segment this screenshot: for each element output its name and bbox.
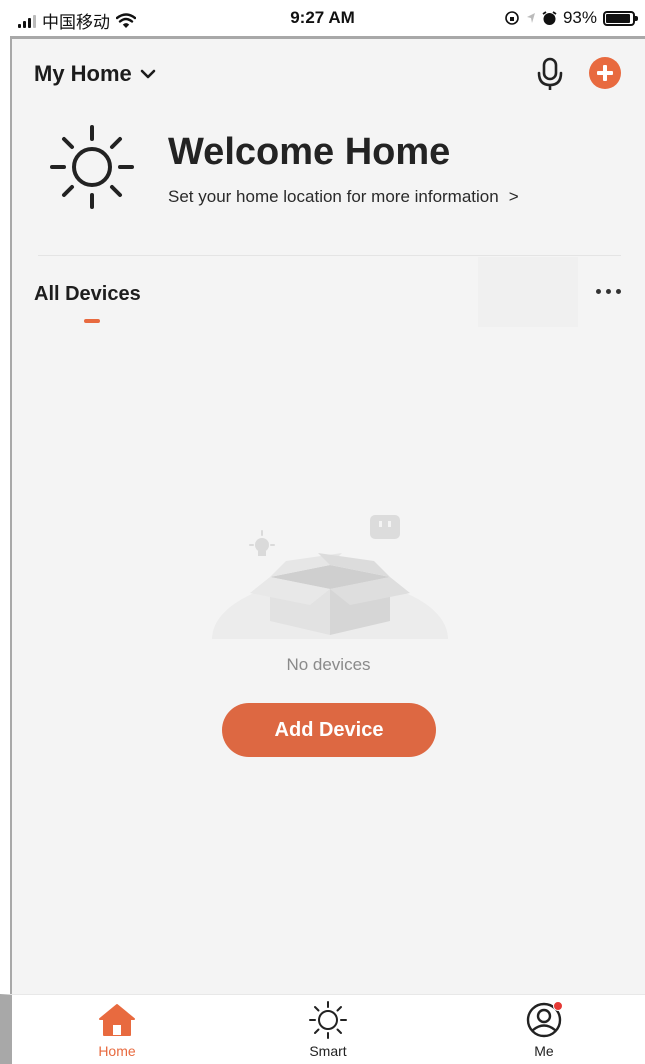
sun-icon xyxy=(50,125,134,209)
welcome-subtitle: Set your home location for more informat… xyxy=(168,187,499,206)
welcome-title: Welcome Home xyxy=(168,131,451,173)
bottom-tab-bar: Home Smart Me xyxy=(0,994,645,1064)
add-button[interactable] xyxy=(589,57,621,89)
set-location-link[interactable]: Set your home location for more informat… xyxy=(168,187,519,207)
tab-home-label: Home xyxy=(98,1043,136,1059)
home-name: My Home xyxy=(34,61,132,86)
tab-smart[interactable]: Smart xyxy=(278,999,378,1063)
tab-smart-label: Smart xyxy=(309,1043,347,1059)
tab-indicator xyxy=(84,319,100,323)
add-device-button[interactable]: Add Device xyxy=(222,703,436,757)
tab-home[interactable]: Home xyxy=(67,999,167,1063)
status-right: 93% xyxy=(504,8,638,28)
chevron-down-icon xyxy=(140,69,156,79)
tab-me-label: Me xyxy=(534,1043,554,1059)
lock-rotation-icon xyxy=(505,11,519,25)
tab-me[interactable]: Me xyxy=(494,999,594,1063)
profile-icon-wrap xyxy=(523,999,565,1041)
tab-all-devices[interactable]: All Devices xyxy=(34,283,141,306)
empty-state-text: No devices xyxy=(286,655,371,674)
chevron-right-icon: > xyxy=(508,187,519,206)
battery-fill xyxy=(606,13,631,23)
alarm-icon xyxy=(542,10,557,25)
home-screen: My Home Welcome Home Set your home locat… xyxy=(10,36,645,994)
empty-box-illustration xyxy=(212,515,448,639)
home-selector[interactable]: My Home xyxy=(34,61,156,87)
battery-percent: 93% xyxy=(562,8,597,27)
more-icon[interactable] xyxy=(596,289,621,294)
notification-dot xyxy=(553,1001,563,1011)
battery-icon xyxy=(603,10,638,26)
status-bar: 中国移动 9:27 AM 93% xyxy=(0,0,645,36)
home-icon xyxy=(99,1004,135,1036)
tab-shade xyxy=(478,257,578,327)
microphone-icon[interactable] xyxy=(535,57,565,91)
location-icon xyxy=(526,13,535,23)
sun-icon xyxy=(309,1001,347,1039)
divider xyxy=(38,255,621,256)
